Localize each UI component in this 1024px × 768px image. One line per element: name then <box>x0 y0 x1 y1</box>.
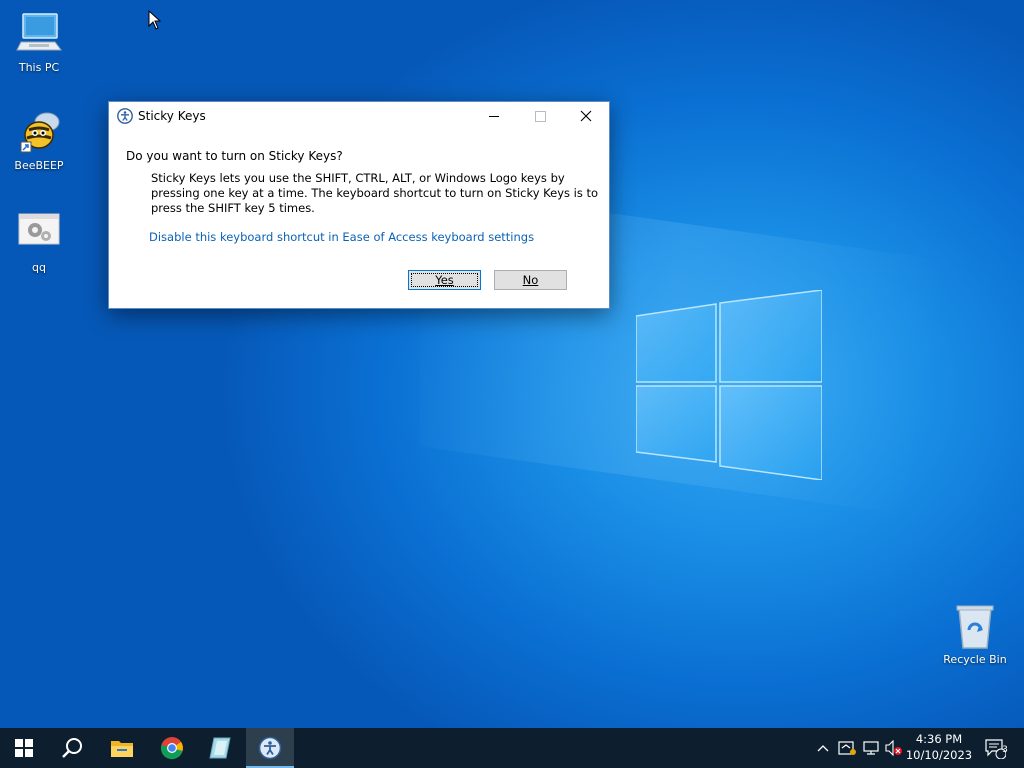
dialog-description: Sticky Keys lets you use the SHIFT, CTRL… <box>151 171 599 215</box>
no-button[interactable]: No <box>494 270 567 290</box>
taskbar-file-explorer[interactable] <box>98 728 146 768</box>
this-pc-icon <box>15 10 63 58</box>
yes-button[interactable]: Yes <box>408 270 481 290</box>
ease-of-access-icon <box>117 108 133 124</box>
windows-logo-wallpaper <box>636 290 822 480</box>
recycle-bin-icon <box>951 602 999 650</box>
taskbar-clock[interactable]: 4:36 PM 10/10/2023 <box>900 731 978 763</box>
file-explorer-icon <box>111 741 133 757</box>
minimize-icon <box>489 115 499 117</box>
show-hidden-icons-button[interactable] <box>812 728 834 768</box>
beebeep-icon <box>15 108 63 156</box>
start-button[interactable] <box>0 728 48 768</box>
settings-shortcut-icon <box>15 210 63 258</box>
minimize-button[interactable] <box>471 102 517 130</box>
chrome-icon <box>160 737 183 760</box>
chevron-up-icon <box>817 745 829 752</box>
maximize-icon <box>534 110 546 122</box>
taskbar-app[interactable] <box>196 728 244 768</box>
close-icon <box>580 110 592 122</box>
app-icon <box>209 737 231 759</box>
desktop-icon-label: qq <box>32 261 46 274</box>
clock-date: 10/10/2023 <box>905 748 973 762</box>
desktop-icon-this-pc[interactable]: This PC <box>4 10 74 74</box>
sticky-keys-dialog: Sticky Keys Do you want to turn on Stick… <box>108 101 610 309</box>
desktop-icon-recycle-bin[interactable]: Recycle Bin <box>940 602 1010 666</box>
close-button[interactable] <box>563 102 609 130</box>
dialog-title: Sticky Keys <box>138 109 206 123</box>
desktop-icon-label: Recycle Bin <box>943 653 1007 666</box>
taskbar: 4:36 PM 10/10/2023 3 <box>0 728 1024 768</box>
search-button[interactable] <box>48 728 96 768</box>
tray-security[interactable] <box>836 728 858 768</box>
dialog-titlebar[interactable]: Sticky Keys <box>109 102 609 130</box>
network-icon <box>863 741 879 755</box>
taskbar-chrome[interactable] <box>148 728 196 768</box>
notification-count: 3 <box>1002 745 1008 755</box>
security-tray-icon <box>838 741 856 755</box>
desktop-icon-beebeep[interactable]: BeeBEEP <box>4 108 74 172</box>
mouse-cursor-icon <box>148 10 162 30</box>
tray-network[interactable] <box>860 728 882 768</box>
dialog-heading: Do you want to turn on Sticky Keys? <box>126 149 343 163</box>
desktop-icon-label: BeeBEEP <box>14 159 64 172</box>
maximize-button <box>517 102 563 130</box>
sticky-keys-icon <box>258 736 282 760</box>
disable-shortcut-link[interactable]: Disable this keyboard shortcut in Ease o… <box>149 230 534 244</box>
desktop-icon-qq[interactable]: qq <box>4 210 74 274</box>
search-icon <box>62 738 82 758</box>
clock-time: 4:36 PM <box>915 732 963 746</box>
action-center-button[interactable]: 3 <box>980 728 1010 768</box>
taskbar-sticky-keys[interactable] <box>246 728 294 768</box>
desktop-icon-label: This PC <box>18 61 60 74</box>
start-icon <box>15 739 33 757</box>
